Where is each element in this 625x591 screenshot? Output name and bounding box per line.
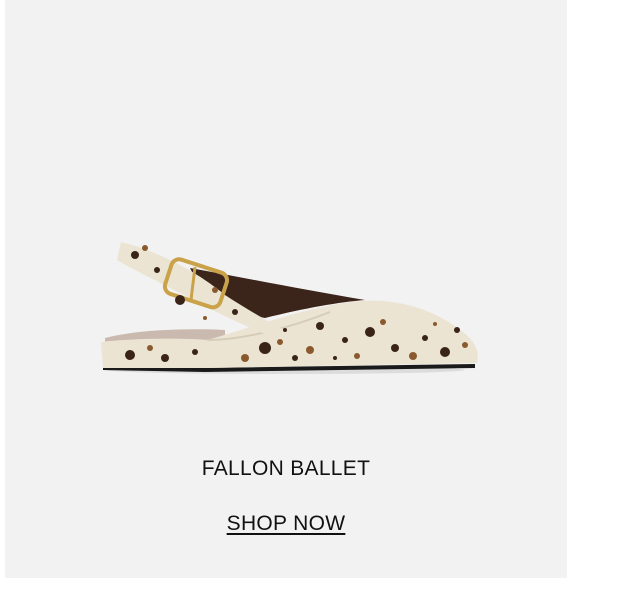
shop-now-link[interactable]: SHOP NOW: [227, 512, 346, 535]
product-card[interactable]: FALLON BALLET SHOP NOW: [5, 0, 567, 578]
slingback-flat-shoe-image[interactable]: [95, 230, 485, 380]
product-name: FALLON BALLET: [201, 457, 371, 480]
